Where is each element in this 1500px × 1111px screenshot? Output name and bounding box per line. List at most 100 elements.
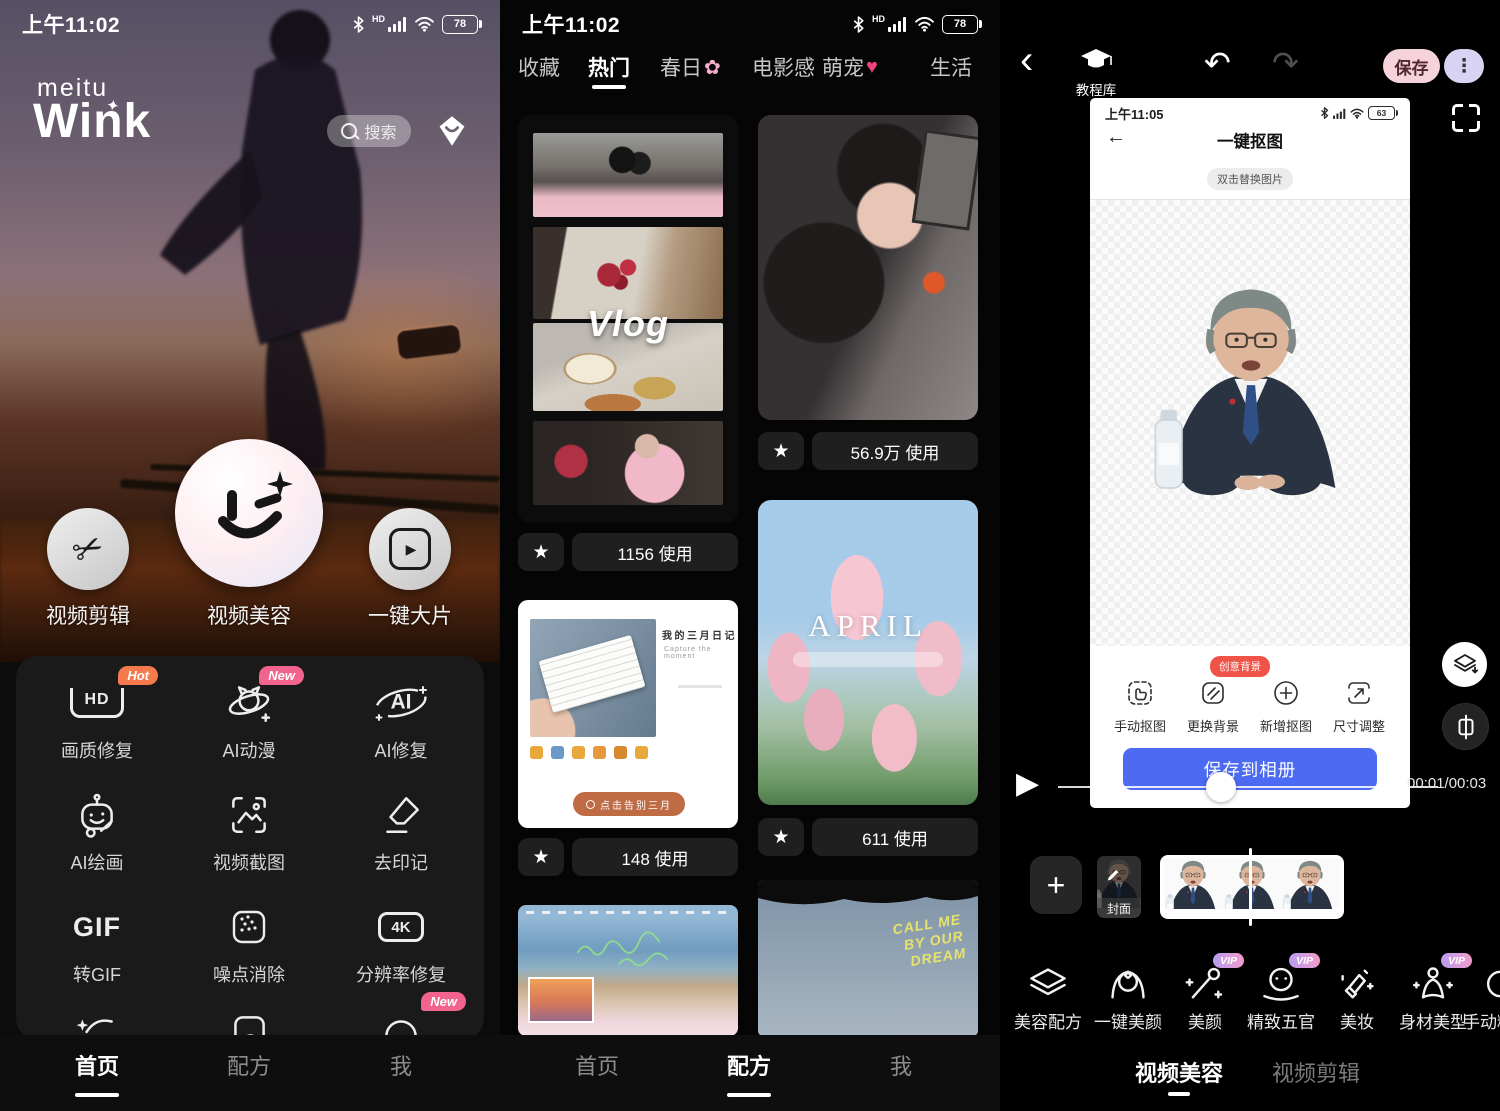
progress-handle[interactable]	[1206, 772, 1236, 802]
replace-hint: 双击替换图片	[1207, 168, 1293, 190]
tab-video-edit[interactable]: 视频剪辑	[1272, 1056, 1360, 1088]
feature-ai-anime[interactable]: New AI动漫	[174, 678, 324, 763]
robot-icon	[73, 791, 121, 839]
feature-ai-paint[interactable]: AI绘画	[22, 790, 172, 875]
april-title: APRIL	[758, 608, 978, 644]
wifi-icon	[414, 16, 435, 32]
tool-one-tap-beauty[interactable]: 一键美颜	[1087, 962, 1169, 1033]
tab-spring[interactable]: 春日✿	[660, 52, 721, 82]
diary-title: 我的三月日记	[662, 627, 737, 642]
play-button[interactable]: ▶	[1016, 766, 1039, 801]
category-tabs: 收藏 热门 春日✿ 电影感 萌宠♥ 生活	[500, 52, 1000, 94]
feature-remove-mark[interactable]: 去印记	[326, 790, 476, 875]
feature-video-screenshot[interactable]: 视频截图	[174, 790, 324, 875]
save-button[interactable]: 保存	[1383, 49, 1440, 83]
cutout-subject-man[interactable]	[1148, 276, 1354, 523]
active-indicator	[727, 1093, 771, 1097]
active-indicator	[1168, 1092, 1190, 1096]
progress-track[interactable]	[1058, 786, 1438, 788]
nav-me[interactable]: 我	[341, 1049, 461, 1081]
bottom-nav: 首页 配方 我	[0, 1035, 500, 1111]
one-tap-film-button[interactable]: ▶	[369, 508, 451, 590]
diary-cta-button[interactable]: 点击告别三月	[573, 792, 685, 816]
use-button[interactable]: 611 使用	[812, 818, 978, 856]
fourk-icon: 4K	[378, 912, 424, 942]
tab-life[interactable]: 生活	[930, 52, 972, 82]
layers-button[interactable]	[1442, 642, 1487, 687]
feature-hd-repair[interactable]: Hot HD 画质修复	[22, 678, 172, 763]
use-button[interactable]: 1156 使用	[572, 533, 738, 571]
tool-resize[interactable]: 尺寸调整	[1322, 679, 1396, 735]
tool-manual-retouch[interactable]: VIP 手动精修	[1456, 962, 1500, 1033]
tab-video-beauty[interactable]: 视频美容	[1135, 1056, 1223, 1088]
timecode: 00:01/00:03	[1407, 775, 1486, 792]
tool-beauty[interactable]: VIP 美颜	[1164, 962, 1246, 1033]
tab-pets[interactable]: 萌宠♥	[822, 52, 878, 82]
redo-button[interactable]: ↷	[1272, 44, 1299, 82]
status-icons: HD 78	[852, 15, 978, 34]
status-icons: HD 78	[352, 15, 478, 34]
tab-hot[interactable]: 热门	[588, 52, 630, 82]
logo-wink: Wink	[33, 94, 151, 149]
clock: 上午11:02	[22, 9, 120, 39]
recipes-screen: 上午11:02 HD 78 收藏 热门 春日✿ 电影感 萌宠♥ 生活 Vlog	[500, 0, 1000, 1111]
star-icon: ★	[772, 826, 789, 849]
use-button[interactable]: 148 使用	[572, 838, 738, 876]
ticket	[538, 635, 645, 713]
hooded-face-icon	[1107, 964, 1149, 1004]
feature-denoise[interactable]: 噪点消除	[174, 902, 324, 987]
cover-thumbnail[interactable]: 封面	[1097, 856, 1141, 918]
save-to-album-button[interactable]: 保存到相册	[1123, 748, 1377, 790]
bottom-nav: 首页 配方 我	[500, 1035, 1000, 1111]
hd-indicator: HD	[372, 14, 385, 24]
tutorial-library-button[interactable]: 教程库	[1070, 48, 1122, 99]
favorite-button[interactable]: ★	[758, 818, 804, 856]
nav-home[interactable]: 首页	[37, 1049, 157, 1081]
cutout-canvas[interactable]	[1090, 199, 1410, 647]
timeline-filmstrip[interactable]	[1160, 855, 1344, 919]
video-beauty-button[interactable]	[175, 439, 323, 587]
template-card-diary[interactable]: 我的三月日记 Capture the moment 点击告别三月	[518, 600, 738, 828]
favorite-button[interactable]: ★	[758, 432, 804, 470]
favorite-button[interactable]: ★	[518, 533, 564, 571]
feature-resolution[interactable]: 4K 分辨率修复	[326, 902, 476, 987]
template-card-vlog[interactable]: Vlog	[518, 115, 738, 523]
search-input[interactable]: 搜索	[327, 115, 411, 147]
tool-manual-cutout[interactable]: 手动抠图	[1103, 679, 1177, 735]
nav-home[interactable]: 首页	[537, 1049, 657, 1081]
fullscreen-icon[interactable]	[1452, 104, 1480, 132]
template-card-beach[interactable]	[518, 905, 738, 1036]
tab-cinematic[interactable]: 电影感	[752, 52, 815, 82]
tab-favorites[interactable]: 收藏	[518, 52, 560, 82]
tool-replace-bg[interactable]: 更换背景	[1176, 679, 1250, 735]
video-edit-button[interactable]: ✂	[47, 508, 129, 590]
template-card-girl[interactable]	[758, 115, 978, 420]
playhead[interactable]	[1249, 848, 1252, 926]
more-options-button[interactable]: ⋮	[1444, 49, 1484, 83]
back-button[interactable]: ‹	[1020, 40, 1033, 80]
nav-me[interactable]: 我	[841, 1049, 961, 1081]
video-preview-cutout-screen[interactable]: 上午11:05 63 ← 一键抠图 双击替换图片 创意背景	[1090, 98, 1410, 808]
tool-makeup[interactable]: 美妆	[1316, 962, 1398, 1033]
feature-to-gif[interactable]: GIF 转GIF	[22, 902, 172, 987]
active-indicator	[75, 1093, 119, 1097]
template-card-april[interactable]: APRIL	[758, 500, 978, 805]
pencil-icon	[1106, 865, 1122, 881]
add-clip-button[interactable]: +	[1030, 856, 1082, 914]
body-shape-icon	[1412, 964, 1454, 1004]
status-bar: 上午11:02 HD 78	[0, 0, 500, 48]
tool-add-cutout[interactable]: 新增抠图	[1249, 679, 1323, 735]
nav-recipes[interactable]: 配方	[189, 1049, 309, 1081]
nav-recipes[interactable]: 配方	[689, 1049, 809, 1081]
tool-beauty-recipe[interactable]: 美容配方	[1007, 962, 1089, 1033]
template-card-dream[interactable]: CALL ME BY OUR DREAM	[758, 880, 978, 1036]
use-button[interactable]: 56.9万 使用	[812, 432, 978, 470]
heart-icon: ♥	[866, 56, 878, 79]
feature-ai-repair[interactable]: AI AI修复	[326, 678, 476, 763]
compare-button[interactable]	[1442, 703, 1489, 750]
inner-status-icons: 63	[1320, 106, 1395, 120]
favorite-button[interactable]: ★	[518, 838, 564, 876]
vip-gem-icon[interactable]	[434, 114, 470, 148]
undo-button[interactable]: ↶	[1204, 44, 1231, 82]
tool-fine-features[interactable]: VIP 精致五官	[1240, 962, 1322, 1033]
